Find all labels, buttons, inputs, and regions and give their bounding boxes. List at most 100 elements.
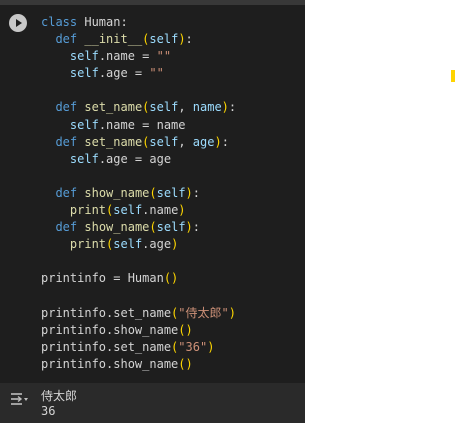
code-token: () bbox=[178, 322, 193, 337]
code-line: printinfo.set_name("侍太郎") bbox=[41, 305, 236, 322]
code-token: self bbox=[69, 66, 99, 81]
code-token: .name = bbox=[98, 49, 157, 64]
code-token: () bbox=[163, 271, 179, 286]
code-token: : bbox=[228, 100, 237, 115]
code-token: self bbox=[149, 100, 179, 115]
code-token: "侍太郎" bbox=[178, 305, 229, 320]
code-token: print bbox=[69, 237, 107, 252]
play-icon bbox=[16, 19, 22, 27]
code-token: show_name bbox=[84, 220, 150, 235]
page: class Human: def __init__(self): self.na… bbox=[0, 0, 456, 423]
code-token: : bbox=[192, 185, 201, 200]
code-line: def show_name(self): bbox=[41, 185, 236, 202]
run-cell-button[interactable] bbox=[9, 14, 27, 32]
code-token: , bbox=[178, 100, 193, 115]
code-line: printinfo.set_name("36") bbox=[41, 339, 236, 356]
code-token: def bbox=[55, 220, 78, 235]
code-token: "36" bbox=[178, 339, 208, 354]
code-token: ) bbox=[221, 100, 229, 115]
code-line: def __init__(self): bbox=[41, 31, 236, 48]
code-line: printinfo = Human() bbox=[41, 270, 236, 287]
code-token: __init__ bbox=[84, 32, 143, 47]
code-token: ( bbox=[149, 185, 157, 200]
code-token: show_name bbox=[84, 185, 150, 200]
code-token: set_name bbox=[84, 134, 143, 149]
code-cell[interactable]: class Human: def __init__(self): self.na… bbox=[0, 0, 305, 423]
code-token: .age = age bbox=[98, 151, 172, 166]
code-token: ) bbox=[185, 220, 193, 235]
code-token: printinfo.show_name bbox=[41, 356, 179, 371]
code-token: , bbox=[178, 134, 193, 149]
output-text: 侍太郎 36 bbox=[41, 389, 77, 419]
code-token: Human: bbox=[77, 15, 128, 29]
code-token: .name = name bbox=[98, 117, 186, 132]
code-token: self bbox=[156, 220, 186, 235]
code-token: : bbox=[221, 134, 229, 149]
code-token: def bbox=[55, 32, 78, 47]
code-token: self bbox=[149, 134, 179, 149]
output-line: 侍太郎 bbox=[41, 389, 78, 403]
cursor-marker bbox=[451, 70, 455, 82]
code-token: self bbox=[113, 203, 143, 218]
code-token: def bbox=[55, 100, 78, 115]
code-token: printinfo.show_name bbox=[41, 322, 179, 337]
code-line: def show_name(self): bbox=[41, 219, 236, 236]
code-line: printinfo.show_name() bbox=[41, 322, 236, 339]
code-token: class bbox=[41, 15, 78, 29]
code-token: self bbox=[69, 151, 99, 166]
code-token: set_name bbox=[84, 100, 143, 115]
code-line: printinfo.show_name() bbox=[41, 356, 236, 373]
code-token: name bbox=[192, 100, 222, 115]
code-token: self bbox=[69, 117, 99, 132]
code-line: self.name = name bbox=[41, 117, 236, 134]
code-token: ) bbox=[214, 134, 222, 149]
code-token: .name bbox=[142, 203, 179, 218]
code-token: : bbox=[192, 220, 201, 235]
code-token: self bbox=[113, 237, 143, 252]
code-token: print bbox=[69, 203, 107, 218]
code-token: ) bbox=[207, 339, 215, 354]
code-token: .age bbox=[142, 237, 172, 252]
code-editor[interactable]: class Human: def __init__(self): self.na… bbox=[41, 14, 236, 373]
code-token: "" bbox=[156, 49, 172, 64]
output-line: 36 bbox=[41, 404, 56, 418]
code-line: def set_name(self, name): bbox=[41, 99, 236, 116]
code-line: class Human: bbox=[41, 14, 236, 31]
code-token: ) bbox=[178, 203, 186, 218]
code-token: def bbox=[55, 134, 78, 149]
code-token: def bbox=[55, 185, 78, 200]
code-token: .age = bbox=[98, 66, 150, 81]
code-token: age bbox=[192, 134, 215, 149]
code-line: def set_name(self, age): bbox=[41, 134, 236, 151]
code-line: print(self.name) bbox=[41, 202, 236, 219]
code-token: : bbox=[185, 32, 193, 47]
code-line: print(self.age) bbox=[41, 236, 236, 253]
code-line: self.age = age bbox=[41, 151, 236, 168]
code-line: self.age = "" bbox=[41, 65, 236, 82]
code-token: self bbox=[156, 185, 186, 200]
cell-top-bar bbox=[0, 0, 305, 5]
cell-output: 侍太郎 36 bbox=[0, 383, 305, 423]
code-token: ) bbox=[185, 185, 193, 200]
code-token: "" bbox=[149, 66, 164, 81]
code-line: self.name = "" bbox=[41, 48, 236, 65]
code-token: ) bbox=[228, 305, 236, 320]
code-token: () bbox=[178, 356, 193, 371]
code-token: printinfo.set_name bbox=[41, 305, 172, 320]
code-token: printinfo.set_name bbox=[41, 339, 172, 354]
code-token: ) bbox=[171, 237, 179, 252]
output-settings-icon[interactable] bbox=[9, 390, 29, 408]
